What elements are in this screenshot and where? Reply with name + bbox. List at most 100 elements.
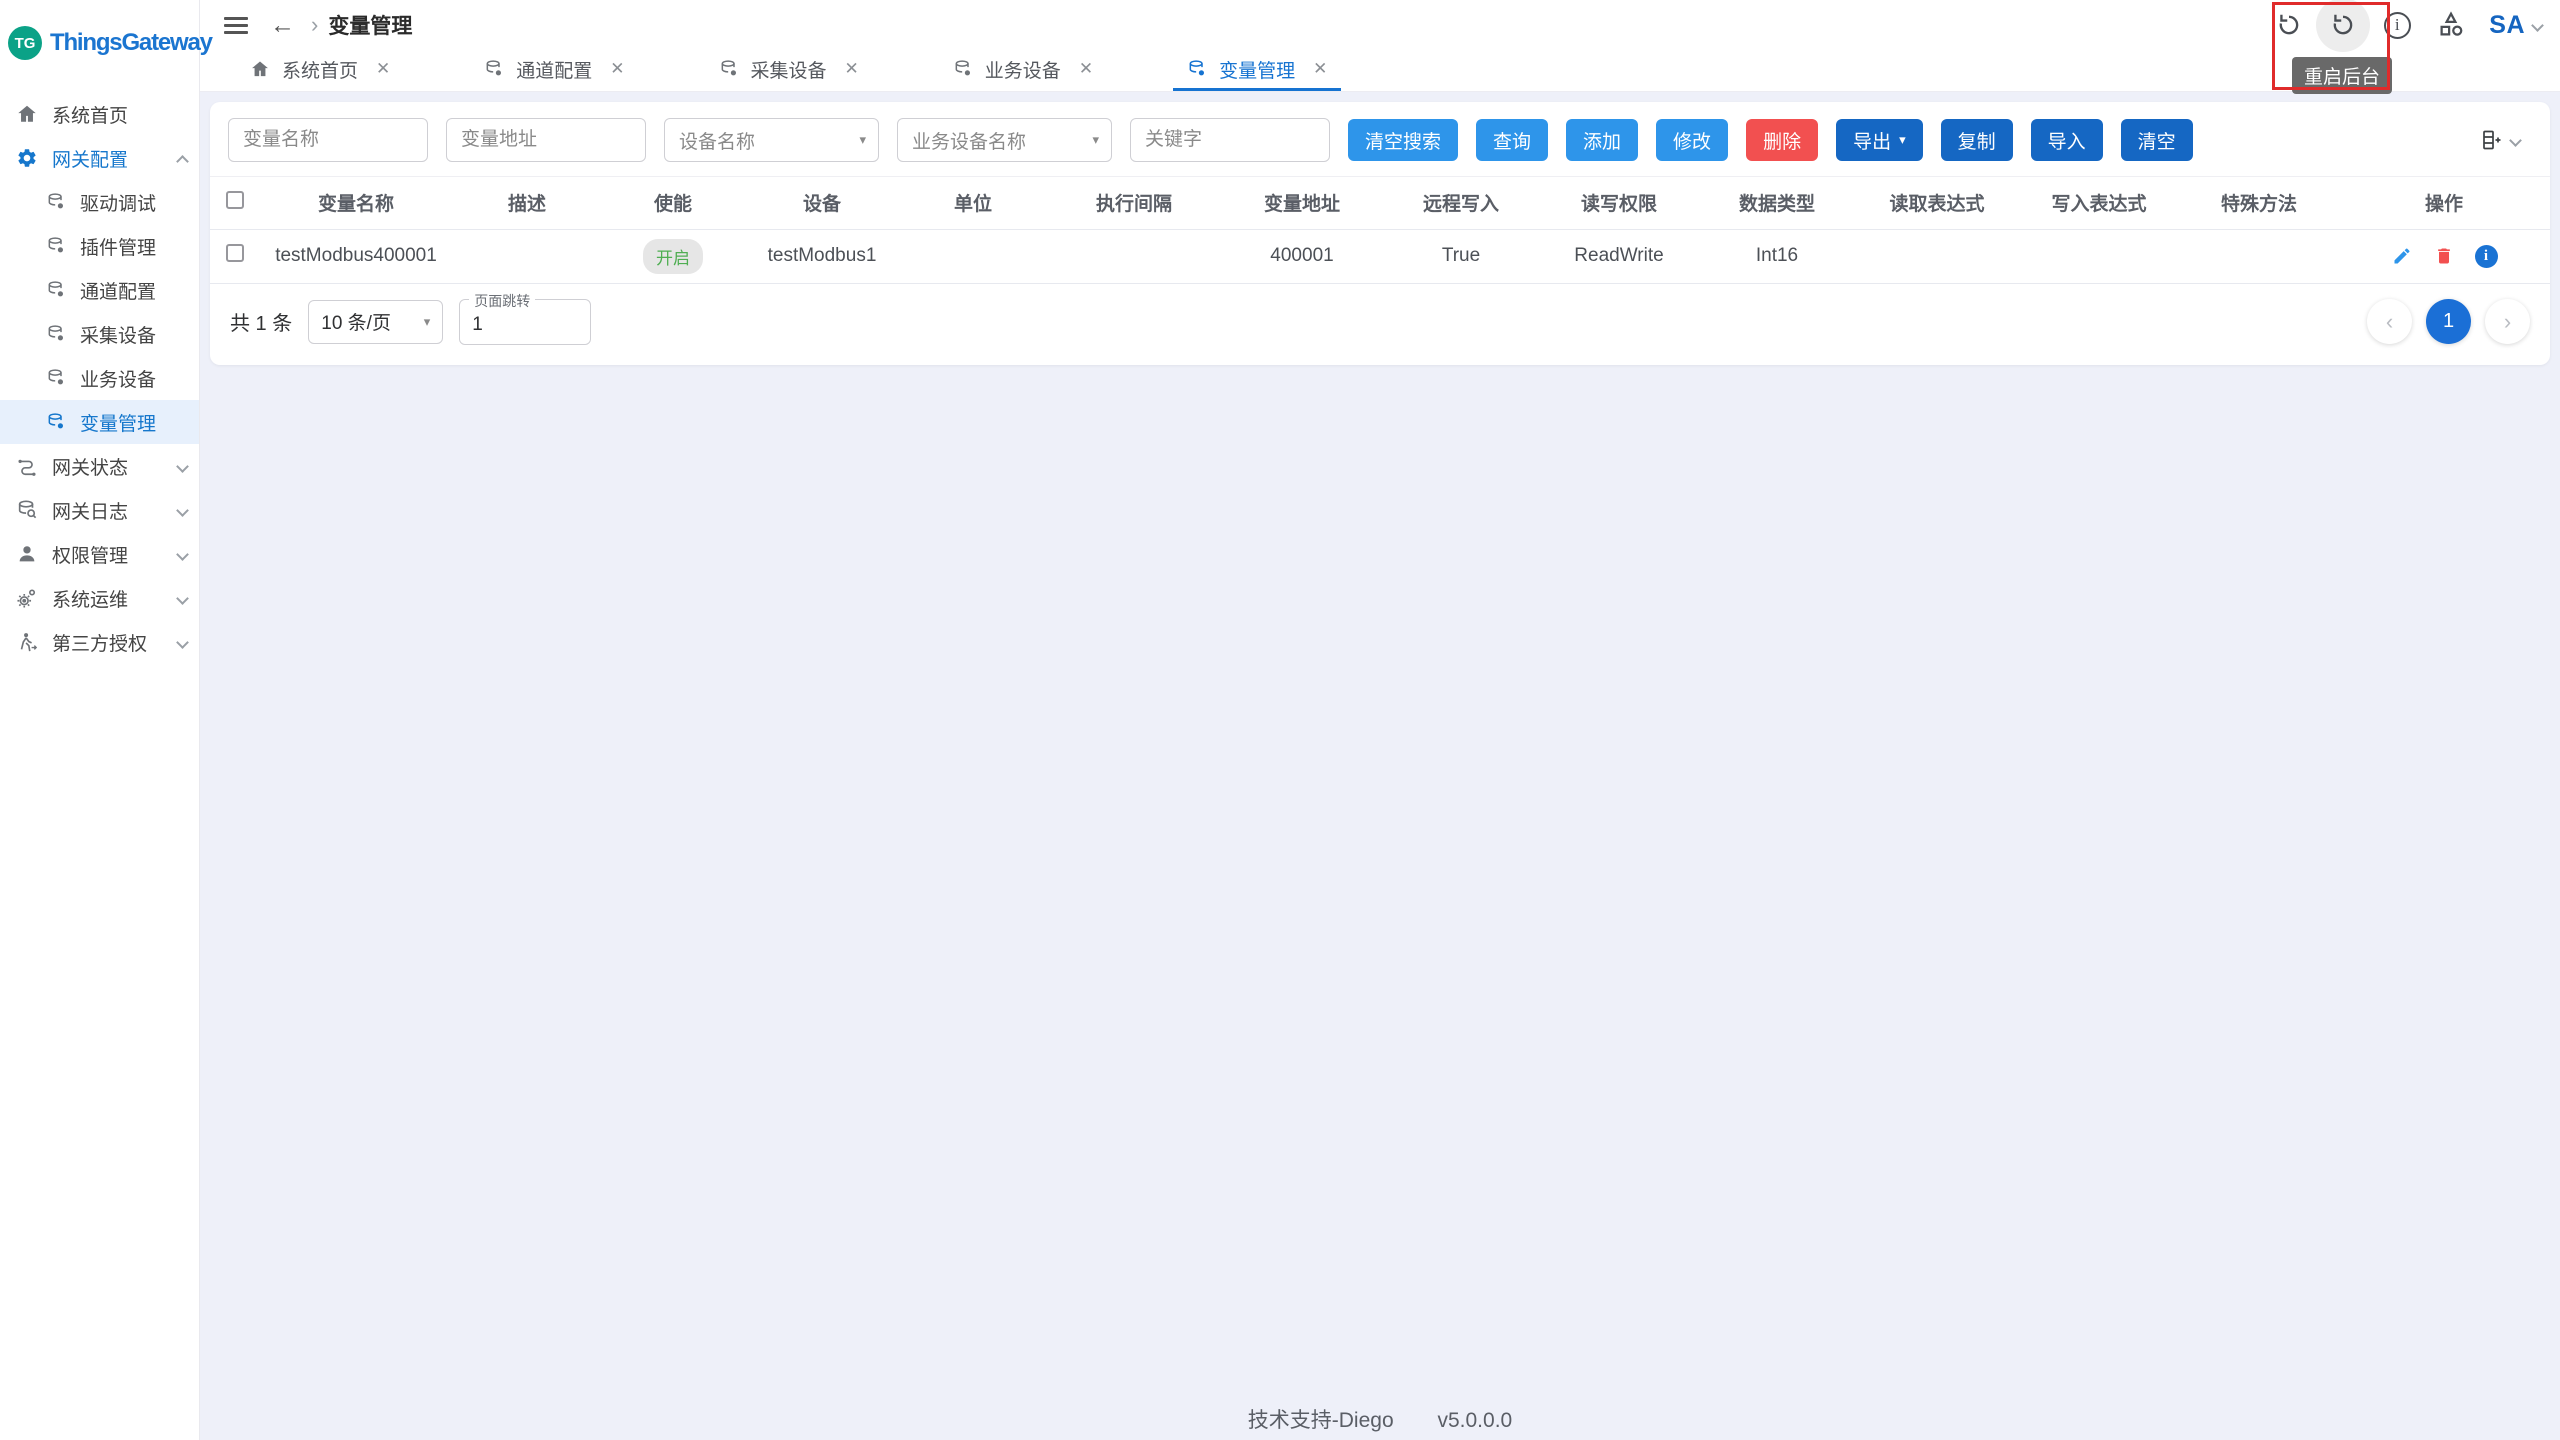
gear-icon xyxy=(16,147,38,169)
sidebar-item-variable-manage[interactable]: 变量管理 xyxy=(0,400,199,444)
tab-business-device[interactable]: 业务设备 ✕ xyxy=(939,50,1107,91)
import-button[interactable]: 导入 xyxy=(2031,119,2103,161)
tab-bar: 系统首页 ✕ 通道配置 ✕ 采集设备 ✕ 业务设备 ✕ 变量管理 ✕ xyxy=(200,50,2560,92)
close-icon[interactable]: ✕ xyxy=(610,59,624,79)
cell-interval xyxy=(1046,229,1222,283)
sidebar-item-system-home[interactable]: 系统首页 xyxy=(0,92,199,136)
theme-shapes-icon[interactable] xyxy=(2435,9,2467,41)
select-all-checkbox[interactable] xyxy=(226,191,244,209)
user-icon xyxy=(16,543,38,565)
restart-icon[interactable] xyxy=(2273,9,2305,41)
sidebar-item-gateway-config[interactable]: 网关配置 xyxy=(0,136,199,180)
filter-toolbar: 设备名称▾ 业务设备名称▾ 清空搜索 查询 添加 修改 删除 导出▾ 复制 导入… xyxy=(210,102,2550,177)
sidebar-item-channel-config[interactable]: 通道配置 xyxy=(0,268,199,312)
cell-special-method xyxy=(2180,229,2338,283)
col-device: 设备 xyxy=(744,177,900,229)
caret-down-icon: ▾ xyxy=(1899,132,1906,148)
database-gear-icon xyxy=(1187,59,1207,79)
version-text: v5.0.0.0 xyxy=(1437,1409,1512,1432)
add-button[interactable]: 添加 xyxy=(1566,119,1638,161)
back-arrow-icon[interactable]: ← xyxy=(270,13,295,38)
database-gear-icon xyxy=(46,368,66,388)
tab-system-home[interactable]: 系统首页 ✕ xyxy=(236,50,404,91)
page-size-select[interactable]: 10 条/页 ▾ xyxy=(308,300,443,344)
logo-mark: TG xyxy=(8,26,42,60)
chevron-down-icon xyxy=(2509,134,2522,147)
breadcrumb-separator-icon: › xyxy=(311,12,318,38)
tab-channel-config[interactable]: 通道配置 ✕ xyxy=(470,50,638,91)
edit-pencil-icon[interactable] xyxy=(2391,245,2413,267)
close-icon[interactable]: ✕ xyxy=(1313,59,1327,79)
sidebar-item-driver-debug[interactable]: 驱动调试 xyxy=(0,180,199,224)
home-icon xyxy=(250,59,270,79)
col-interval: 执行间隔 xyxy=(1046,177,1222,229)
tab-collect-device[interactable]: 采集设备 ✕ xyxy=(705,50,873,91)
cell-description xyxy=(452,229,602,283)
row-checkbox[interactable] xyxy=(226,244,244,262)
gears-icon xyxy=(16,587,38,609)
database-gear-icon xyxy=(46,192,66,212)
close-icon[interactable]: ✕ xyxy=(1079,59,1093,79)
cell-rw-permission: ReadWrite xyxy=(1540,229,1698,283)
tab-variable-manage[interactable]: 变量管理 ✕ xyxy=(1173,50,1341,91)
about-info-icon[interactable]: i xyxy=(2381,9,2413,41)
cell-unit xyxy=(900,229,1046,283)
business-device-name-select[interactable]: 业务设备名称▾ xyxy=(897,118,1112,162)
third-party-icon xyxy=(16,631,38,653)
sidebar-item-business-device[interactable]: 业务设备 xyxy=(0,356,199,400)
device-name-select[interactable]: 设备名称▾ xyxy=(664,118,879,162)
column-settings-button[interactable] xyxy=(2479,128,2532,152)
delete-button[interactable]: 删除 xyxy=(1746,119,1818,161)
user-menu[interactable]: SA xyxy=(2489,11,2542,40)
prev-page-button[interactable]: ‹ xyxy=(2367,299,2412,344)
variable-table: 变量名称 描述 使能 设备 单位 执行间隔 变量地址 远程写入 读写权限 数据类… xyxy=(210,177,2550,284)
edit-button[interactable]: 修改 xyxy=(1656,119,1728,161)
restart-backend-icon[interactable] xyxy=(2327,9,2359,41)
clear-button[interactable]: 清空 xyxy=(2121,119,2193,161)
total-count: 共 1 条 xyxy=(230,307,292,336)
app-title: ThingsGateway xyxy=(50,29,212,57)
footer: 技术支持-Diego v5.0.0.0 xyxy=(200,1404,2560,1434)
sidebar-item-gateway-log[interactable]: 网关日志 xyxy=(0,488,199,532)
clear-search-button[interactable]: 清空搜索 xyxy=(1348,119,1458,161)
next-page-button[interactable]: › xyxy=(2485,299,2530,344)
breadcrumb: 变量管理 xyxy=(328,10,412,40)
close-icon[interactable]: ✕ xyxy=(376,59,390,79)
chevron-down-icon xyxy=(2531,19,2544,32)
menu-toggle-icon[interactable] xyxy=(224,17,248,34)
export-dropdown-button[interactable]: 导出▾ xyxy=(1836,119,1923,161)
sidebar-item-permission-manage[interactable]: 权限管理 xyxy=(0,532,199,576)
col-data-type: 数据类型 xyxy=(1698,177,1856,229)
col-enable: 使能 xyxy=(602,177,744,229)
copy-button[interactable]: 复制 xyxy=(1941,119,2013,161)
sidebar-item-plugin-manage[interactable]: 插件管理 xyxy=(0,224,199,268)
sidebar-item-gateway-status[interactable]: 网关状态 xyxy=(0,444,199,488)
cell-device: testModbus1 xyxy=(744,229,900,283)
sidebar-item-system-ops[interactable]: 系统运维 xyxy=(0,576,199,620)
chevron-down-icon xyxy=(176,504,189,517)
col-actions: 操作 xyxy=(2338,177,2550,229)
cell-remote-write: True xyxy=(1382,229,1540,283)
col-description: 描述 xyxy=(452,177,602,229)
variable-address-input[interactable] xyxy=(446,118,646,162)
caret-down-icon: ▾ xyxy=(859,132,866,148)
keyword-input[interactable] xyxy=(1130,118,1330,162)
variable-name-input[interactable] xyxy=(228,118,428,162)
close-icon[interactable]: ✕ xyxy=(845,59,859,79)
flow-icon xyxy=(16,455,38,477)
row-info-icon[interactable]: i xyxy=(2475,245,2498,268)
app-logo[interactable]: TG ThingsGateway xyxy=(0,0,199,60)
main-area: ← › 变量管理 i SA 重启后台 系统首页 ✕ xyxy=(200,0,2560,1440)
top-bar: ← › 变量管理 i SA xyxy=(200,0,2560,50)
database-gear-icon xyxy=(46,324,66,344)
user-avatar: SA xyxy=(2489,11,2525,40)
chevron-down-icon xyxy=(176,636,189,649)
home-icon xyxy=(16,103,38,125)
query-button[interactable]: 查询 xyxy=(1476,119,1548,161)
current-page-button[interactable]: 1 xyxy=(2426,299,2471,344)
chevron-down-icon xyxy=(176,592,189,605)
delete-trash-icon[interactable] xyxy=(2433,245,2455,267)
sidebar-item-third-party-auth[interactable]: 第三方授权 xyxy=(0,620,199,664)
sidebar-item-collect-device[interactable]: 采集设备 xyxy=(0,312,199,356)
col-remote-write: 远程写入 xyxy=(1382,177,1540,229)
